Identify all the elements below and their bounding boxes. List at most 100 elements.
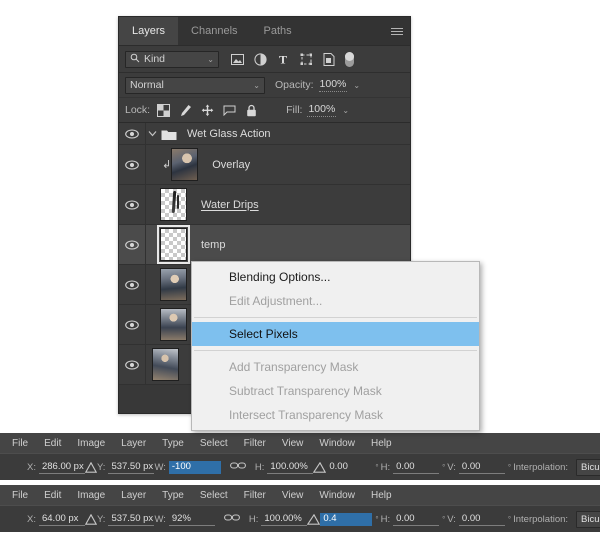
tab-layers-label: Layers xyxy=(132,25,166,37)
layer-row-selected[interactable]: temp xyxy=(119,225,410,265)
menu-help[interactable]: Help xyxy=(363,490,400,501)
layer-filter-row: Kind ⌄ T xyxy=(119,46,410,73)
tab-paths-label: Paths xyxy=(263,25,292,37)
x-input[interactable]: 64.00 px xyxy=(38,513,85,526)
menu-file[interactable]: File xyxy=(4,490,36,501)
menu-type[interactable]: Type xyxy=(154,438,192,449)
layer-visibility-toggle[interactable] xyxy=(119,305,146,344)
image-filter-icon[interactable] xyxy=(230,52,244,66)
layer-thumbnail[interactable] xyxy=(160,308,187,341)
fill-chevron-down-icon[interactable]: ⌄ xyxy=(342,106,349,115)
y-input[interactable]: 537.50 px xyxy=(108,513,155,526)
shape-filter-icon[interactable] xyxy=(299,52,313,66)
link-chain-icon[interactable] xyxy=(223,513,240,525)
layer-name[interactable]: Overlay xyxy=(212,159,250,171)
layer-thumbnail[interactable] xyxy=(152,348,179,381)
h-input[interactable]: 100.00% xyxy=(261,513,308,526)
chevron-down-icon[interactable] xyxy=(146,130,159,137)
blend-mode-dropdown[interactable]: Normal ⌄ xyxy=(125,76,265,94)
menu-edit[interactable]: Edit xyxy=(36,438,69,449)
y-input[interactable]: 537.50 px xyxy=(108,461,155,474)
layer-visibility-toggle[interactable] xyxy=(119,145,146,184)
opacity-value[interactable]: 100% xyxy=(318,78,348,92)
delta-icon[interactable] xyxy=(84,512,97,527)
menu-image[interactable]: Image xyxy=(69,490,113,501)
layer-visibility-toggle[interactable] xyxy=(119,225,146,264)
menu-view[interactable]: View xyxy=(274,438,312,449)
skew-h-input[interactable]: 0.00 xyxy=(393,461,440,474)
skew-v-label: V: xyxy=(447,513,456,525)
lock-artboard-nesting-icon[interactable] xyxy=(222,103,236,117)
tab-paths[interactable]: Paths xyxy=(250,17,305,45)
skew-h-input[interactable]: 0.00 xyxy=(393,513,440,526)
menu-image[interactable]: Image xyxy=(69,438,113,449)
h-input[interactable]: 100.00% xyxy=(267,461,314,474)
reference-point-grid[interactable] xyxy=(16,460,18,475)
opacity-chevron-down-icon[interactable]: ⌄ xyxy=(353,81,360,90)
layer-thumbnail[interactable] xyxy=(171,148,199,181)
adjustment-filter-icon[interactable] xyxy=(253,52,267,66)
fill-value[interactable]: 100% xyxy=(307,103,337,117)
layer-visibility-toggle[interactable] xyxy=(119,123,146,144)
menu-separator xyxy=(194,350,477,351)
link-chain-icon[interactable] xyxy=(229,461,246,473)
w-input[interactable]: -100 xyxy=(168,460,221,474)
skew-v-degree-symbol: ° xyxy=(507,462,512,472)
transform-options-toolbar: X: 64.00 px Y: 537.50 px W: 92% H: 100.0… xyxy=(0,505,600,532)
menu-help[interactable]: Help xyxy=(363,438,400,449)
filter-toggle-switch[interactable] xyxy=(345,51,354,67)
skew-v-input[interactable]: 0.00 xyxy=(458,513,505,526)
menu-item-blending-options[interactable]: Blending Options... xyxy=(192,265,479,289)
smartobject-filter-icon[interactable] xyxy=(322,52,336,66)
interpolation-label: Interpolation: xyxy=(513,513,569,525)
reference-point-grid[interactable] xyxy=(16,512,18,527)
menu-layer[interactable]: Layer xyxy=(113,438,154,449)
menu-select[interactable]: Select xyxy=(192,490,236,501)
menu-view[interactable]: View xyxy=(274,490,312,501)
menu-file[interactable]: File xyxy=(4,438,36,449)
angle-input[interactable]: 0.4 xyxy=(320,512,373,526)
delta-icon[interactable] xyxy=(84,460,97,475)
tab-layers[interactable]: Layers xyxy=(119,17,179,45)
eye-icon xyxy=(125,319,139,330)
layer-row[interactable]: ↳ Overlay xyxy=(119,145,410,185)
layer-thumbnail[interactable] xyxy=(160,268,187,301)
filter-kind-dropdown[interactable]: Kind ⌄ xyxy=(125,50,219,68)
type-filter-icon[interactable]: T xyxy=(276,52,290,66)
x-input[interactable]: 286.00 px xyxy=(38,461,85,474)
layer-name[interactable]: Wet Glass Action xyxy=(187,128,271,140)
menu-layer[interactable]: Layer xyxy=(113,490,154,501)
layer-thumbnail[interactable] xyxy=(157,225,190,264)
menu-filter[interactable]: Filter xyxy=(236,438,274,449)
menu-item-select-pixels[interactable]: Select Pixels xyxy=(192,322,479,346)
layer-row-group[interactable]: Wet Glass Action xyxy=(119,123,410,145)
layer-row[interactable]: Water Drips xyxy=(119,185,410,225)
interpolation-dropdown[interactable]: Bicubic ⌄ xyxy=(576,510,600,528)
hamburger-icon[interactable] xyxy=(384,17,410,45)
layer-name[interactable]: temp xyxy=(201,239,225,251)
menu-select[interactable]: Select xyxy=(192,438,236,449)
angle-input[interactable]: 0.00 xyxy=(326,461,372,473)
menu-type[interactable]: Type xyxy=(154,490,192,501)
layer-visibility-toggle[interactable] xyxy=(119,185,146,224)
layer-thumbnail[interactable] xyxy=(160,188,187,221)
menu-filter[interactable]: Filter xyxy=(236,490,274,501)
menu-window[interactable]: Window xyxy=(311,438,363,449)
layer-name[interactable]: Water Drips xyxy=(201,199,259,211)
menu-edit[interactable]: Edit xyxy=(36,490,69,501)
skew-v-degree-symbol: ° xyxy=(507,514,512,524)
menu-item-subtract-transparency-mask: Subtract Transparency Mask xyxy=(229,384,382,398)
lock-image-pixels-icon[interactable] xyxy=(178,103,192,117)
tab-channels[interactable]: Channels xyxy=(178,17,251,45)
layer-visibility-toggle[interactable] xyxy=(119,345,146,384)
lock-position-icon[interactable] xyxy=(200,103,214,117)
w-input[interactable]: 92% xyxy=(168,513,215,526)
lock-all-icon[interactable] xyxy=(244,103,258,117)
layer-visibility-toggle[interactable] xyxy=(119,265,146,304)
skew-v-input[interactable]: 0.00 xyxy=(458,461,505,474)
interpolation-dropdown[interactable]: Bicubic ⌄ xyxy=(576,458,600,476)
menu-window[interactable]: Window xyxy=(311,490,363,501)
lock-transparent-pixels-icon[interactable] xyxy=(156,103,170,117)
magnifier-icon xyxy=(130,53,140,66)
angle-degree-symbol: ° xyxy=(375,462,379,472)
